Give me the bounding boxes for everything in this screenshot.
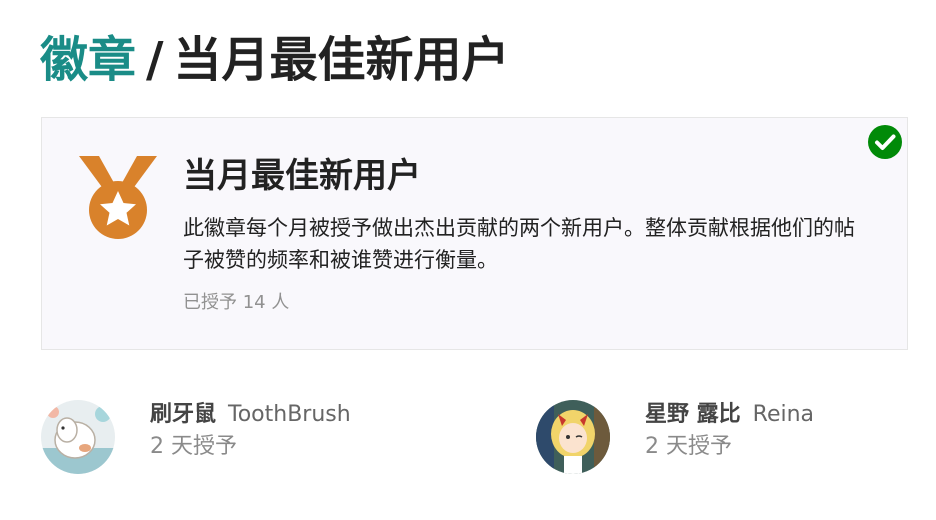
- medal-star-icon: [79, 156, 157, 239]
- breadcrumb-badges-link[interactable]: 徽章: [40, 32, 136, 88]
- avatar-icon[interactable]: [536, 400, 610, 474]
- user-info: 星野 露比 Reina 2 天授予: [645, 400, 814, 464]
- breadcrumb-separator: /: [146, 32, 164, 88]
- badge-description: 此徽章每个月被授予做出杰出贡献的两个新用户。整体贡献根据他们的帖子被赞的频率和被…: [183, 216, 855, 272]
- user-info: 刷牙鼠 ToothBrush 2 天授予: [150, 400, 351, 464]
- avatar-icon[interactable]: [41, 400, 115, 474]
- user-nickname: Reina: [752, 402, 815, 427]
- user-names: 星野 露比 Reina: [645, 400, 814, 430]
- user-nickname: ToothBrush: [228, 402, 351, 427]
- granted-date: 2 天授予: [150, 434, 237, 459]
- check-circle-icon: [868, 125, 902, 159]
- granted-count: 已授予 14 人: [183, 292, 290, 313]
- badge-card: 当月最佳新用户 此徽章每个月被授予做出杰出贡献的两个新用户。整体贡献根据他们的帖…: [41, 117, 908, 350]
- page-title: 徽章 / 当月最佳新用户: [40, 30, 510, 90]
- user-names: 刷牙鼠 ToothBrush: [150, 400, 351, 430]
- username-link[interactable]: 星野 露比: [645, 402, 741, 427]
- badge-name: 当月最佳新用户: [183, 156, 421, 196]
- granted-date: 2 天授予: [645, 434, 732, 459]
- username-link[interactable]: 刷牙鼠: [150, 402, 216, 427]
- breadcrumb-current: 当月最佳新用户: [173, 32, 510, 88]
